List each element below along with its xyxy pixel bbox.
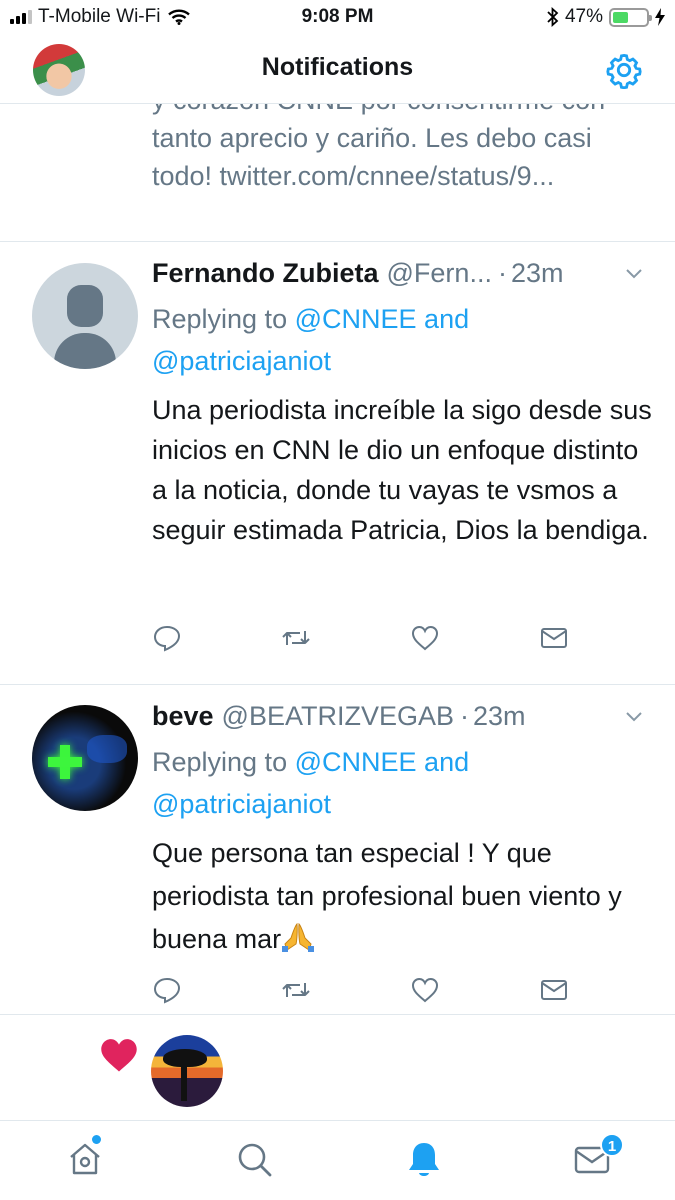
tweet-text-body: Que persona tan especial ! Y que periodi…: [152, 838, 622, 954]
tweet[interactable]: Fernando Zubieta @Fern... · 23m Replying…: [0, 242, 675, 684]
notifications-timeline[interactable]: y corazon CNNE por consentirme con tanto…: [0, 104, 675, 1120]
partial-tweet-text: y corazon CNNE por consentirme con tanto…: [152, 104, 605, 191]
charging-icon: [655, 8, 665, 26]
bluetooth-icon: [547, 7, 559, 27]
tweet-time: 23m: [510, 258, 564, 288]
tab-bar: 1: [0, 1120, 675, 1200]
author-name[interactable]: beve: [152, 701, 214, 732]
pray-emoji-icon: [282, 922, 315, 952]
status-bar: T-Mobile Wi-Fi 9:08 PM 47%: [0, 0, 675, 36]
author-name[interactable]: Fernando Zubieta: [152, 258, 379, 289]
liker-avatar[interactable]: [151, 1035, 223, 1107]
mention-link[interactable]: @CNNEE: [295, 747, 417, 777]
chevron-down-icon[interactable]: [623, 705, 645, 727]
retweet-icon[interactable]: [281, 623, 311, 653]
status-right: 47%: [547, 6, 665, 28]
direct-message-icon[interactable]: [539, 975, 569, 1005]
home-unread-dot: [92, 1135, 101, 1144]
home-icon[interactable]: [65, 1139, 105, 1179]
like-icon[interactable]: [410, 623, 440, 653]
separator-dot: ·: [497, 258, 507, 288]
tweet-text: Una periodista increíble la sigo desde s…: [152, 395, 652, 545]
mention-and: and: [424, 304, 470, 334]
mention-link[interactable]: @CNNEE: [295, 304, 417, 334]
tweet-time: 23m: [473, 701, 526, 731]
nav-bar: Notifications: [0, 36, 675, 104]
messages-badge: 1: [600, 1133, 624, 1157]
mention-and: and: [424, 747, 470, 777]
battery-icon: [609, 7, 652, 27]
replying-to: Replying to @CNNEE and @patriciajaniot: [152, 298, 592, 382]
replying-to-label: Replying to: [152, 304, 288, 334]
user-avatar[interactable]: [32, 705, 138, 811]
like-notification[interactable]: [0, 1015, 675, 1115]
battery-percent: 47%: [564, 6, 603, 27]
separator-dot: ·: [460, 701, 469, 731]
tweet-header: Fernando Zubieta @Fern... · 23m: [152, 258, 645, 289]
search-icon[interactable]: [234, 1139, 274, 1179]
direct-message-icon[interactable]: [539, 623, 569, 653]
author-handle: @Fern...: [386, 258, 492, 288]
replying-to-label: Replying to: [152, 747, 288, 777]
mention-link[interactable]: @patriciajaniot: [152, 789, 331, 819]
gear-icon[interactable]: [605, 51, 643, 89]
retweet-icon[interactable]: [281, 975, 311, 1005]
tweet-header: beve @BEATRIZVEGAB · 23m: [152, 701, 645, 732]
battery-fill: [613, 11, 629, 23]
chevron-down-icon[interactable]: [623, 262, 645, 284]
reply-icon[interactable]: [152, 975, 182, 1005]
author-handle: @BEATRIZVEGAB: [221, 701, 454, 731]
tweet-actions: [152, 975, 572, 1005]
tweet-text: Que persona tan especial ! Y que periodi…: [152, 832, 642, 961]
page-title: Notifications: [261, 53, 414, 81]
like-icon[interactable]: [410, 975, 440, 1005]
default-avatar[interactable]: [32, 263, 138, 369]
reply-icon[interactable]: [152, 623, 182, 653]
heart-icon: [101, 1039, 137, 1072]
mention-link[interactable]: @patriciajaniot: [152, 346, 331, 376]
tweet[interactable]: beve @BEATRIZVEGAB · 23m Replying to @CN…: [0, 685, 675, 1014]
tweet-actions: [152, 623, 572, 653]
notifications-icon[interactable]: [404, 1139, 444, 1179]
replying-to: Replying to @CNNEE and @patriciajaniot: [152, 741, 592, 825]
